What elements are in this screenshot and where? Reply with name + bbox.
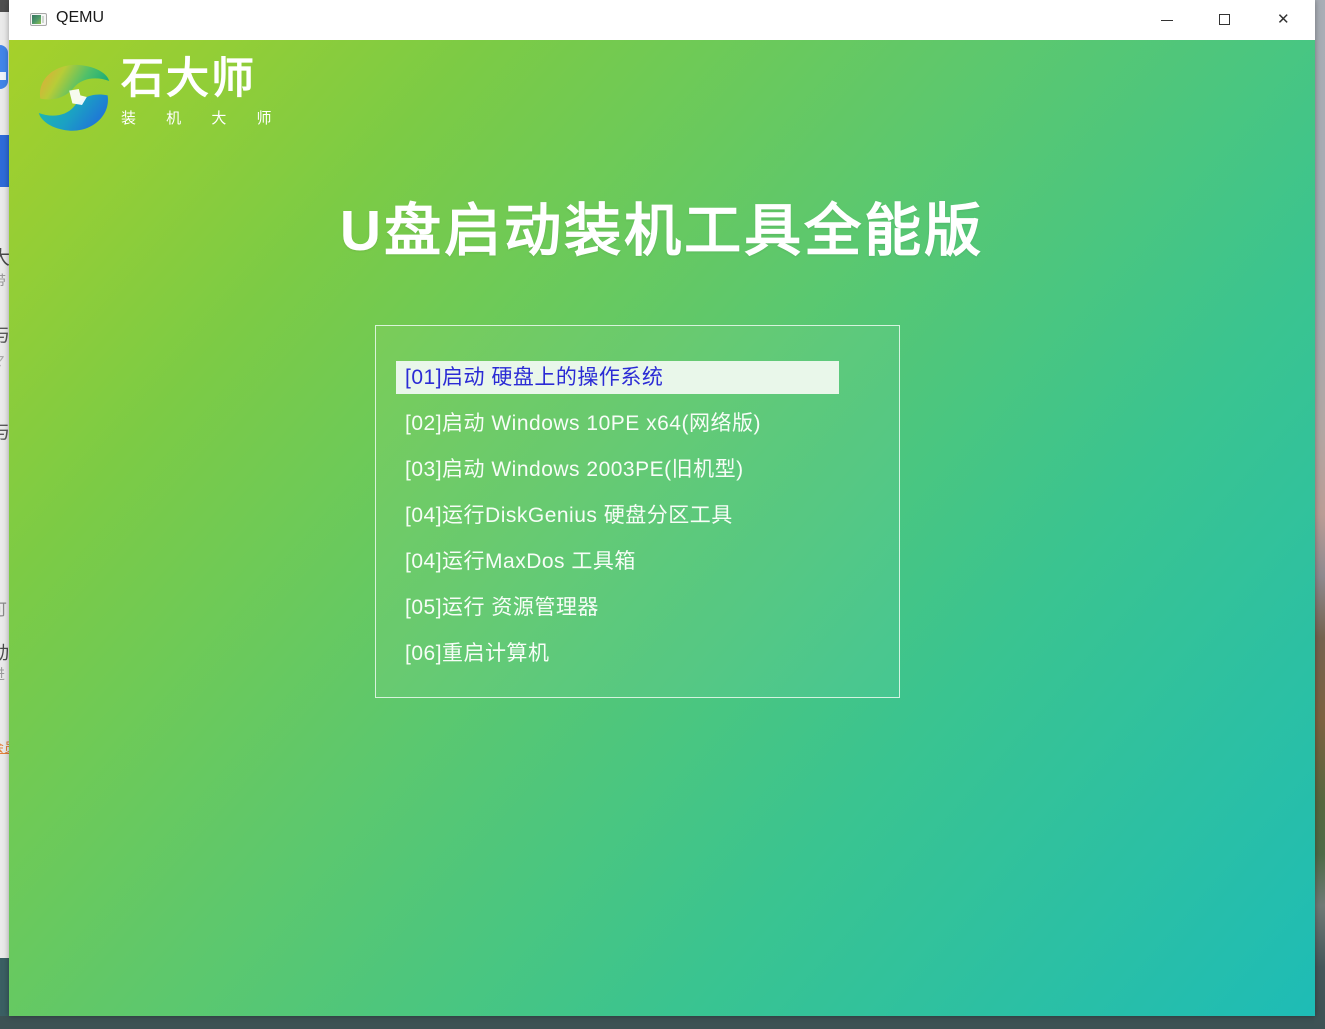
maximize-icon [1219, 14, 1230, 25]
brand-name: 石大师 [121, 55, 285, 103]
menu-item[interactable]: [06]重启计算机 [396, 637, 879, 670]
clipped-text-fragment: 带 [0, 270, 6, 291]
clipped-text-fragment: 可 [0, 596, 7, 620]
menu-item[interactable]: [04]运行DiskGenius 硬盘分区工具 [396, 499, 879, 532]
menu-item[interactable]: [02]启动 Windows 10PE x64(网络版) [396, 407, 879, 440]
clipped-text-fragment: 进 [0, 664, 5, 684]
clipped-text-fragment: 会员 [0, 737, 9, 756]
qemu-window: QEMU ✕ [9, 0, 1315, 1016]
boot-menu-list: [01]启动 硬盘上的操作系统 [02]启动 Windows 10PE x64(网… [396, 361, 879, 683]
close-button[interactable]: ✕ [1262, 0, 1308, 40]
clipped-text-fragment: マ [0, 351, 5, 371]
vm-display[interactable]: 石大师 装 机 大 师 U盘启动装机工具全能版 [01]启动 硬盘上的操作系统[… [9, 40, 1315, 1016]
brand-logo: 石大师 装 机 大 师 [33, 55, 333, 150]
background-window-blue-icon-detail [0, 72, 6, 80]
window-title: QEMU [56, 9, 104, 27]
desktop-wallpaper-strip [1314, 0, 1325, 1029]
background-window-topbar-fragment [0, 0, 9, 12]
qemu-app-icon-screen [32, 15, 41, 24]
clipped-text-fragment: 动 [0, 639, 9, 665]
clipped-text-fragment: 与 [0, 417, 9, 444]
menu-item[interactable]: [04]运行MaxDos 工具箱 [396, 545, 879, 578]
boot-menu-box: [01]启动 硬盘上的操作系统 [02]启动 Windows 10PE x64(网… [375, 325, 900, 698]
clipped-text-fragment: 与 [0, 320, 9, 347]
clipped-text-fragment: 大 [0, 243, 9, 270]
qemu-app-icon-slot [42, 16, 44, 23]
brand-tagline: 装 机 大 师 [121, 107, 285, 128]
minimize-icon [1161, 20, 1173, 21]
qemu-app-icon [30, 13, 47, 26]
close-icon: ✕ [1277, 10, 1290, 30]
background-window-strip: 大带与マ与可动进会员o [0, 0, 9, 1016]
background-taskbar-fragment [0, 958, 9, 1016]
minimize-button[interactable] [1144, 0, 1190, 40]
menu-item[interactable]: [05]运行 资源管理器 [396, 591, 879, 624]
page-title: U盘启动装机工具全能版 [9, 185, 1315, 267]
menu-item-selected[interactable]: [01]启动 硬盘上的操作系统 [396, 361, 839, 394]
titlebar[interactable]: QEMU ✕ [9, 0, 1315, 40]
menu-item[interactable]: [03]启动 Windows 2003PE(旧机型) [396, 453, 879, 486]
background-window-blue-icon-fragment [0, 45, 8, 89]
brand-logo-icon [33, 57, 115, 137]
background-window-blue-button-fragment [0, 135, 9, 187]
maximize-button[interactable] [1202, 0, 1248, 40]
